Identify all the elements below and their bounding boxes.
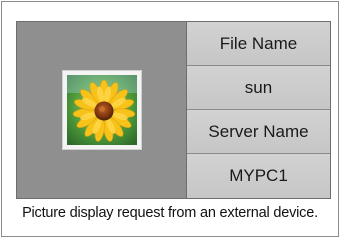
- picture-info-panel: File Name sun Server Name MYPC1: [16, 21, 331, 199]
- file-name-value: sun: [187, 66, 330, 110]
- request-message: Picture display request from an external…: [22, 205, 318, 221]
- file-info-column: File Name sun Server Name MYPC1: [187, 22, 330, 198]
- sunflower-photo-thumbnail-icon: [62, 70, 142, 150]
- file-name-label: File Name: [187, 22, 330, 66]
- thumbnail-area: [17, 22, 187, 198]
- server-name-label: Server Name: [187, 110, 330, 154]
- picture-request-dialog: File Name sun Server Name MYPC1 Picture …: [1, 1, 339, 237]
- server-name-value: MYPC1: [187, 154, 330, 198]
